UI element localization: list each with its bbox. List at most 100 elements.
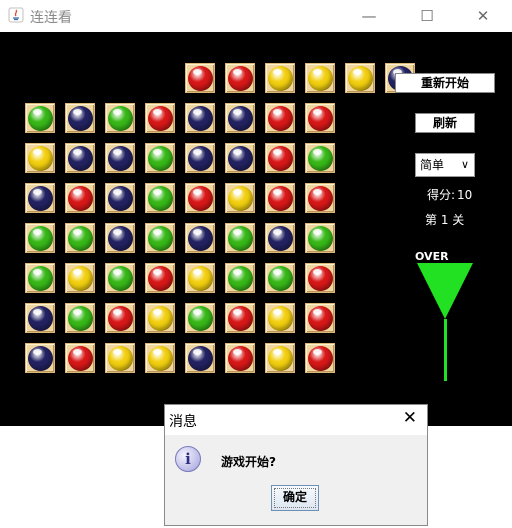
red-ball-icon <box>148 106 173 131</box>
tile[interactable] <box>105 263 135 293</box>
tile[interactable] <box>265 143 295 173</box>
tile[interactable] <box>225 103 255 133</box>
blue-ball-icon <box>108 146 133 171</box>
tile[interactable] <box>265 343 295 373</box>
tile[interactable] <box>185 183 215 213</box>
tile[interactable] <box>105 223 135 253</box>
red-ball-icon <box>148 266 173 291</box>
blue-ball-icon <box>188 146 213 171</box>
tile[interactable] <box>65 183 95 213</box>
tile[interactable] <box>305 263 335 293</box>
tile[interactable] <box>105 183 135 213</box>
blue-ball-icon <box>268 226 293 251</box>
chevron-down-icon: ∨ <box>460 158 469 171</box>
yellow-ball-icon <box>308 66 333 91</box>
tile[interactable] <box>305 103 335 133</box>
tile[interactable] <box>185 303 215 333</box>
red-ball-icon <box>268 106 293 131</box>
dialog-title: 消息 <box>169 414 197 430</box>
yellow-ball-icon <box>188 266 213 291</box>
refresh-button[interactable]: 刷新 <box>415 113 475 133</box>
tile[interactable] <box>25 343 55 373</box>
difficulty-value: 简单 <box>420 158 445 172</box>
tile[interactable] <box>25 183 55 213</box>
tile[interactable] <box>145 143 175 173</box>
tile[interactable] <box>225 223 255 253</box>
red-ball-icon <box>188 66 213 91</box>
tile[interactable] <box>25 143 55 173</box>
timer-bar <box>444 319 447 381</box>
yellow-ball-icon <box>228 186 253 211</box>
tile[interactable] <box>265 223 295 253</box>
tile[interactable] <box>265 103 295 133</box>
tile[interactable] <box>185 343 215 373</box>
blue-ball-icon <box>188 106 213 131</box>
tile[interactable] <box>345 63 375 93</box>
dialog-title-bar: 消息 ✕ <box>165 405 427 435</box>
tile[interactable] <box>185 143 215 173</box>
tile[interactable] <box>265 63 295 93</box>
restart-button[interactable]: 重新开始 <box>395 73 495 93</box>
score-label: 得分: <box>427 188 456 202</box>
tile[interactable] <box>25 303 55 333</box>
difficulty-select[interactable]: 简单 ∨ <box>415 153 475 177</box>
red-ball-icon <box>68 346 93 371</box>
tile[interactable] <box>145 343 175 373</box>
tile[interactable] <box>265 263 295 293</box>
tile[interactable] <box>25 103 55 133</box>
tile[interactable] <box>225 343 255 373</box>
tile[interactable] <box>65 103 95 133</box>
dialog-close-button[interactable]: ✕ <box>403 408 417 428</box>
red-ball-icon <box>228 306 253 331</box>
tile[interactable] <box>305 303 335 333</box>
tile[interactable] <box>105 343 135 373</box>
red-ball-icon <box>68 186 93 211</box>
ok-button[interactable]: 确定 <box>271 485 319 511</box>
tile[interactable] <box>265 303 295 333</box>
tile[interactable] <box>305 183 335 213</box>
red-ball-icon <box>308 346 333 371</box>
tile[interactable] <box>105 303 135 333</box>
tile[interactable] <box>145 223 175 253</box>
tile[interactable] <box>105 143 135 173</box>
tile[interactable] <box>225 183 255 213</box>
tile[interactable] <box>65 343 95 373</box>
tile[interactable] <box>185 103 215 133</box>
tile[interactable] <box>65 263 95 293</box>
tile[interactable] <box>25 263 55 293</box>
maximize-button[interactable]: ☐ <box>398 0 456 32</box>
tile[interactable] <box>145 263 175 293</box>
green-ball-icon <box>148 226 173 251</box>
minimize-button[interactable]: — <box>340 0 398 32</box>
tile[interactable] <box>305 63 335 93</box>
tile[interactable] <box>65 143 95 173</box>
tile[interactable] <box>225 63 255 93</box>
tile[interactable] <box>145 103 175 133</box>
tile[interactable] <box>145 183 175 213</box>
level-display: 第 1 关 <box>425 213 465 227</box>
tile[interactable] <box>225 263 255 293</box>
tile[interactable] <box>305 343 335 373</box>
tile[interactable] <box>145 303 175 333</box>
red-ball-icon <box>308 106 333 131</box>
tile[interactable] <box>305 223 335 253</box>
tile[interactable] <box>225 143 255 173</box>
tile[interactable] <box>185 263 215 293</box>
tile[interactable] <box>25 223 55 253</box>
yellow-ball-icon <box>268 346 293 371</box>
close-window-button[interactable]: ✕ <box>454 0 512 32</box>
timer-indicator <box>417 263 473 381</box>
tile[interactable] <box>65 223 95 253</box>
tile[interactable] <box>265 183 295 213</box>
red-ball-icon <box>188 186 213 211</box>
tile[interactable] <box>185 63 215 93</box>
tile[interactable] <box>105 103 135 133</box>
blue-ball-icon <box>188 226 213 251</box>
game-area: 重新开始 刷新 简单 ∨ 得分: 10 第 1 关 OVER <box>0 32 512 426</box>
yellow-ball-icon <box>148 346 173 371</box>
tile[interactable] <box>225 303 255 333</box>
title-bar: 连连看 — ☐ ✕ <box>0 0 512 33</box>
tile[interactable] <box>185 223 215 253</box>
tile[interactable] <box>65 303 95 333</box>
tile[interactable] <box>305 143 335 173</box>
